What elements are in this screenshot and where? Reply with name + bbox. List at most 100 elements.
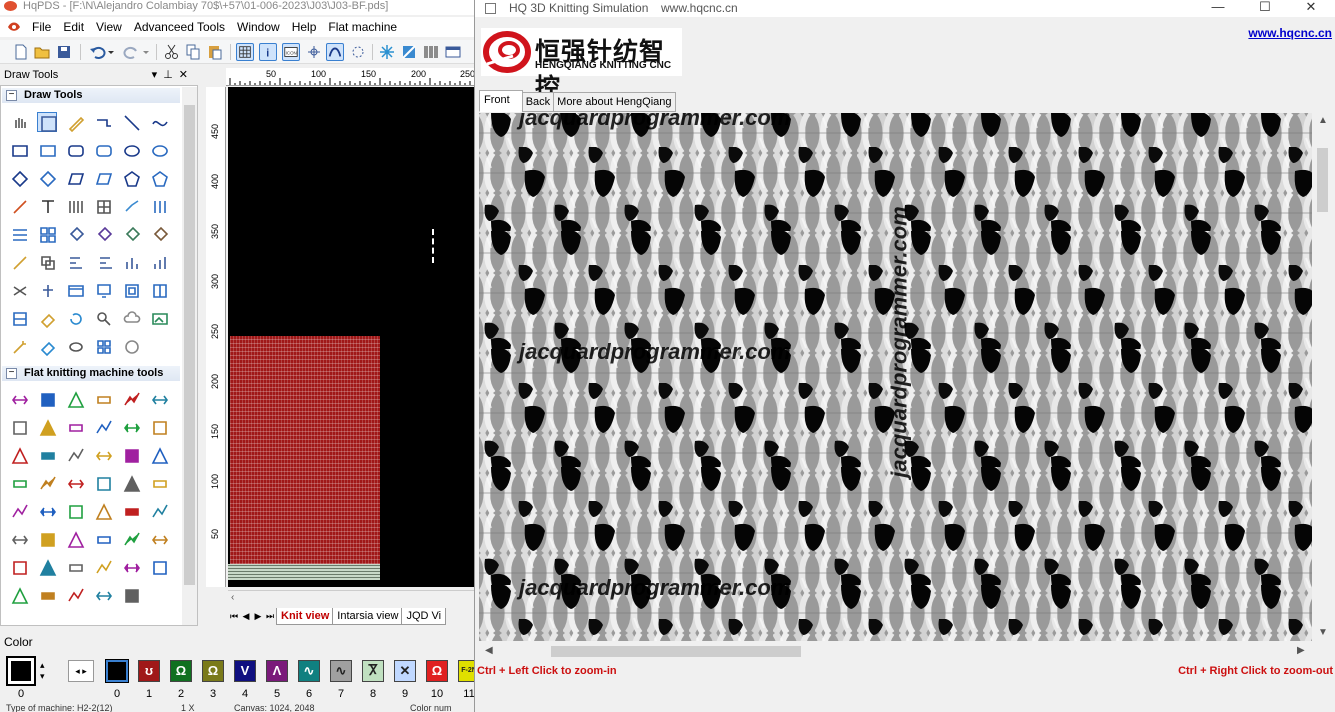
color-chip-9[interactable]: ✕: [394, 660, 416, 682]
blocks-icon[interactable]: [93, 336, 113, 356]
color-chip-10[interactable]: Ω: [426, 660, 448, 682]
horizontal-line-icon[interactable]: [93, 112, 113, 132]
cnt-tool-icon[interactable]: [121, 501, 141, 521]
undo-dropdown-icon[interactable]: [107, 43, 115, 61]
draw-tools-scrollbar[interactable]: [182, 87, 197, 625]
tab-knit-view[interactable]: Knit view: [276, 608, 335, 625]
info-icon[interactable]: i: [259, 43, 277, 61]
filled-parallelogram-icon[interactable]: [93, 168, 113, 188]
color-spinner-icon[interactable]: ▴ ▾: [40, 660, 45, 682]
collapse-icon[interactable]: −: [6, 368, 17, 379]
scroll-down-icon[interactable]: ▼: [1318, 627, 1328, 638]
color-chip-2[interactable]: Ω: [170, 660, 192, 682]
frame-icon[interactable]: [121, 280, 141, 300]
arrows-tool-icon[interactable]: [121, 473, 141, 493]
blur-tool-icon[interactable]: [93, 585, 113, 605]
sim-horizontal-scrollbar[interactable]: ◀ ▶: [479, 643, 1314, 660]
lasso-icon[interactable]: [65, 336, 85, 356]
open-folder-icon[interactable]: [33, 43, 51, 61]
fill-bucket-3-icon[interactable]: [121, 224, 141, 244]
filled-rounded-rect-icon[interactable]: [93, 140, 113, 160]
dialog-icon[interactable]: [444, 43, 462, 61]
nrd-tool-icon[interactable]: [93, 473, 113, 493]
chip-tool-icon[interactable]: [93, 417, 113, 437]
text-icon[interactable]: [37, 196, 57, 216]
filled-rectangle-icon[interactable]: [37, 140, 57, 160]
tab-intarsia-view[interactable]: Intarsia view: [332, 608, 404, 625]
i-tool-icon[interactable]: [65, 529, 85, 549]
hqpds-menu-icon[interactable]: [6, 20, 22, 34]
quad-grid-icon[interactable]: [37, 224, 57, 244]
color-chip-8[interactable]: Ⴟ: [362, 660, 384, 682]
current-color-swatch[interactable]: [6, 656, 36, 686]
parallelogram-icon[interactable]: [65, 168, 85, 188]
filled-diamond-icon[interactable]: [37, 168, 57, 188]
scrollbar-thumb[interactable]: [1317, 148, 1328, 212]
maximize-icon[interactable]: ☐: [1242, 0, 1288, 15]
triangle-tool-icon[interactable]: [93, 445, 113, 465]
filled-ellipse-icon[interactable]: [149, 140, 169, 160]
color-chip-1[interactable]: ʊ: [138, 660, 160, 682]
cut-icon[interactable]: [163, 43, 181, 61]
transfer-tool-5-icon[interactable]: [121, 389, 141, 409]
snowflake-icon[interactable]: [378, 43, 396, 61]
crosshair-icon[interactable]: [305, 43, 323, 61]
ellipse-icon[interactable]: [121, 140, 141, 160]
next-tab-icon[interactable]: ▶: [252, 607, 264, 625]
menu-window[interactable]: Window: [231, 17, 286, 37]
layers-tool-icon[interactable]: [9, 557, 29, 577]
transfer-tool-3-icon[interactable]: [65, 389, 85, 409]
tab-more-about[interactable]: More about HengQiang: [553, 92, 676, 112]
color-chip-0[interactable]: [105, 659, 129, 683]
image-icon[interactable]: [149, 308, 169, 328]
color-chip-6[interactable]: ∿: [298, 660, 320, 682]
cnt2-tool-icon[interactable]: [93, 529, 113, 549]
line-tool-icon[interactable]: [9, 252, 29, 272]
copy-icon[interactable]: [184, 43, 202, 61]
color-swap-tool-icon[interactable]: [121, 557, 141, 577]
filled-polygon-icon[interactable]: [149, 168, 169, 188]
color-chip-7[interactable]: ∿: [330, 660, 352, 682]
needle-bars-tool-icon[interactable]: [9, 445, 29, 465]
rectangle-icon[interactable]: [9, 140, 29, 160]
palette-tool-icon[interactable]: [149, 557, 169, 577]
pencil-icon[interactable]: [65, 112, 85, 132]
last-tab-icon[interactable]: ⏭: [264, 607, 276, 625]
sim-vertical-scrollbar[interactable]: ▲ ▼: [1314, 113, 1331, 643]
menu-edit[interactable]: Edit: [57, 17, 90, 37]
knit-3d-simulation-view[interactable]: jacquardprogrammer.com jacquardprogramme…: [479, 113, 1312, 641]
frame-2-icon[interactable]: [149, 280, 169, 300]
color-chip-4[interactable]: V: [234, 660, 256, 682]
bucket-tool-icon[interactable]: [9, 417, 29, 437]
window-icon[interactable]: [65, 280, 85, 300]
scrollbar-thumb[interactable]: [184, 105, 195, 585]
curve-icon[interactable]: [149, 112, 169, 132]
red-corner-tool-icon[interactable]: [121, 585, 141, 605]
copy-area-icon[interactable]: [37, 252, 57, 272]
flat-tools-section-header[interactable]: − Flat knitting machine tools: [2, 366, 180, 381]
tree-icon[interactable]: [37, 280, 57, 300]
undo-icon[interactable]: [88, 43, 106, 61]
redo-icon[interactable]: [123, 43, 141, 61]
scroll-up-icon[interactable]: ▲: [1318, 115, 1328, 126]
icon-view-icon[interactable]: ICON: [282, 43, 300, 61]
redo-dropdown-icon[interactable]: [142, 43, 150, 61]
edit-tool-icon[interactable]: [65, 445, 85, 465]
hand-icon[interactable]: [9, 112, 29, 132]
pane-dropdown-icon[interactable]: ▾: [152, 69, 164, 81]
align-icon[interactable]: [65, 252, 85, 272]
menu-view[interactable]: View: [90, 17, 128, 37]
scrollbar-thumb[interactable]: [551, 646, 801, 657]
rect-select-icon[interactable]: [37, 112, 57, 132]
new-file-icon[interactable]: [12, 43, 30, 61]
draw-tools-section-header[interactable]: − Draw Tools: [2, 88, 180, 103]
fill-bucket-4-icon[interactable]: [149, 224, 169, 244]
paste-icon[interactable]: [206, 43, 224, 61]
tab-front[interactable]: Front: [479, 90, 523, 112]
transfer-tool-icon[interactable]: [9, 389, 29, 409]
globe-tool-icon[interactable]: [9, 529, 29, 549]
scroll-right-icon[interactable]: ▶: [1297, 645, 1305, 656]
collapse-icon[interactable]: −: [6, 90, 17, 101]
gradient-tool-icon[interactable]: [37, 501, 57, 521]
drop-tool-icon[interactable]: [93, 557, 113, 577]
